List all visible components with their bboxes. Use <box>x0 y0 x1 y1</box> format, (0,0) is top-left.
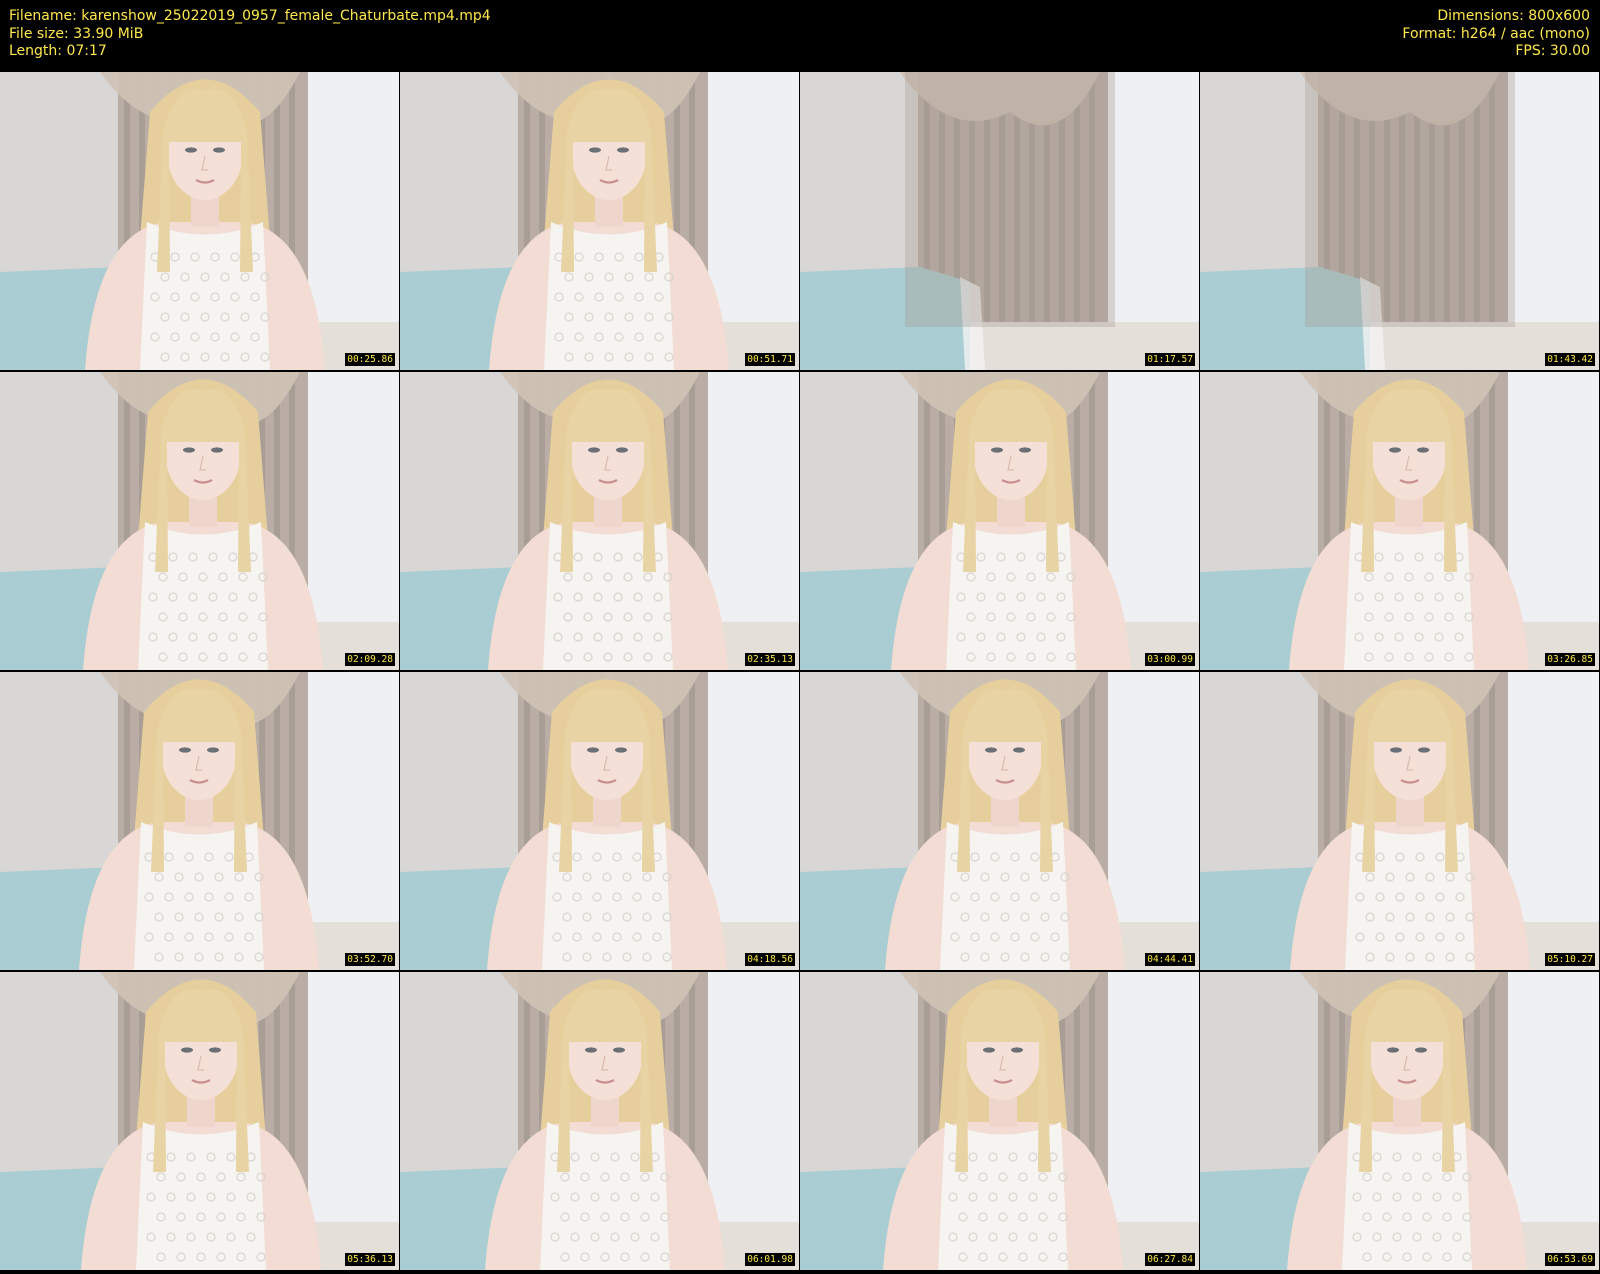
frame-image <box>800 672 1199 970</box>
video-frame-thumbnail[interactable]: 01:43.42 <box>1200 72 1599 370</box>
length-text: Length: 07:17 <box>9 43 107 59</box>
video-frame-thumbnail[interactable]: 04:44.41 <box>800 672 1199 970</box>
frame-timestamp: 06:01.98 <box>745 1253 795 1266</box>
video-frame-thumbnail[interactable]: 03:26.85 <box>1200 372 1599 670</box>
frame-timestamp: 02:35.13 <box>745 653 795 666</box>
video-frame-thumbnail[interactable]: 03:52.70 <box>0 672 399 970</box>
video-frame-thumbnail[interactable]: 06:27.84 <box>800 972 1199 1270</box>
video-frame-thumbnail[interactable]: 01:17.57 <box>800 72 1199 370</box>
frame-image <box>400 72 799 370</box>
filename-text: Filename: karenshow_25022019_0957_female… <box>9 8 491 24</box>
video-frame-thumbnail[interactable]: 02:09.28 <box>0 372 399 670</box>
video-info: Dimensions: 800x600 Format: h264 / aac (… <box>1402 8 1590 61</box>
frame-timestamp: 04:18.56 <box>745 953 795 966</box>
video-frame-thumbnail[interactable]: 04:18.56 <box>400 672 799 970</box>
format-text: Format: h264 / aac (mono) <box>1402 25 1590 42</box>
frame-image <box>1200 72 1599 370</box>
frame-timestamp: 05:10.27 <box>1545 953 1595 966</box>
frame-timestamp: 03:00.99 <box>1145 653 1195 666</box>
frame-timestamp: 01:43.42 <box>1545 353 1595 366</box>
frame-image <box>0 72 399 370</box>
frame-image <box>800 72 1199 370</box>
frame-timestamp: 05:36.13 <box>345 1253 395 1266</box>
frame-timestamp: 00:25.86 <box>345 353 395 366</box>
frame-image <box>0 372 399 670</box>
video-frame-thumbnail[interactable]: 06:01.98 <box>400 972 799 1270</box>
frame-image <box>0 972 399 1270</box>
video-frame-thumbnail[interactable]: 02:35.13 <box>400 372 799 670</box>
frame-image <box>400 672 799 970</box>
frame-timestamp: 03:52.70 <box>345 953 395 966</box>
video-frame-thumbnail[interactable]: 00:25.86 <box>0 72 399 370</box>
frame-timestamp: 01:17.57 <box>1145 353 1195 366</box>
frame-image <box>400 972 799 1270</box>
contact-sheet-header: Filename: karenshow_25022019_0957_female… <box>0 0 1600 72</box>
frame-timestamp: 06:53.69 <box>1545 1253 1595 1266</box>
frame-timestamp: 06:27.84 <box>1145 1253 1195 1266</box>
frame-timestamp: 04:44.41 <box>1145 953 1195 966</box>
video-frame-thumbnail[interactable]: 06:53.69 <box>1200 972 1599 1270</box>
frame-timestamp: 02:09.28 <box>345 653 395 666</box>
frame-timestamp: 00:51.71 <box>745 353 795 366</box>
thumbnail-grid: 00:25.86 00:51.71 01:17.57 01:43.42 02:09.28… <box>0 72 1600 1274</box>
frame-image <box>1200 672 1599 970</box>
file-info: Filename: karenshow_25022019_0957_female… <box>9 8 491 61</box>
dimensions-text: Dimensions: 800x600 <box>1437 8 1590 24</box>
frame-image <box>1200 372 1599 670</box>
video-frame-thumbnail[interactable]: 03:00.99 <box>800 372 1199 670</box>
frame-image <box>400 372 799 670</box>
fps-text: FPS: 30.00 <box>1515 43 1590 59</box>
frame-image <box>0 672 399 970</box>
video-frame-thumbnail[interactable]: 00:51.71 <box>400 72 799 370</box>
video-frame-thumbnail[interactable]: 05:36.13 <box>0 972 399 1270</box>
frame-image <box>800 972 1199 1270</box>
frame-timestamp: 03:26.85 <box>1545 653 1595 666</box>
frame-image <box>1200 972 1599 1270</box>
filesize-text: File size: 33.90 MiB <box>9 25 144 42</box>
video-frame-thumbnail[interactable]: 05:10.27 <box>1200 672 1599 970</box>
frame-image <box>800 372 1199 670</box>
